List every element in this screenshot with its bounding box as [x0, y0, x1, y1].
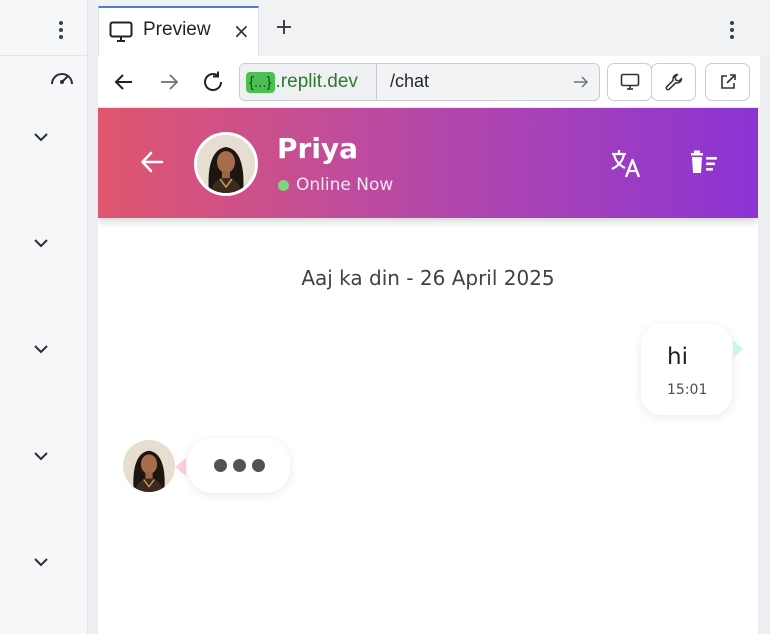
typing-dot	[213, 459, 227, 472]
bubble-tail	[733, 340, 743, 358]
reload-icon[interactable]	[201, 70, 225, 94]
message-text: hi	[667, 344, 688, 370]
left-panel	[0, 0, 88, 634]
kebab-menu-icon[interactable]	[51, 16, 71, 44]
monitor-icon	[109, 21, 133, 42]
devtools-button[interactable]	[651, 63, 696, 101]
devices-button[interactable]	[607, 63, 652, 101]
url-field[interactable]: {...} .replit.dev /chat	[239, 63, 600, 101]
typing-dot	[232, 459, 246, 472]
contact-name: Priya	[277, 132, 359, 165]
back-arrow-icon[interactable]	[112, 70, 136, 94]
open-external-icon	[720, 74, 736, 89]
typing-dot	[251, 459, 265, 472]
chevron-down-icon[interactable]	[31, 449, 51, 463]
chevron-down-icon[interactable]	[31, 236, 51, 250]
close-icon[interactable]: ×	[233, 20, 250, 42]
online-status-text: Online Now	[296, 175, 394, 195]
tab-title: Preview	[143, 19, 211, 40]
gauge-icon[interactable]	[49, 67, 75, 91]
chat-app: Priya Online Now Aaj ka din - 26 April 2…	[98, 108, 758, 634]
chevron-down-icon[interactable]	[31, 342, 51, 356]
bubble-tail	[175, 458, 186, 476]
avatar[interactable]	[194, 132, 258, 196]
url-path[interactable]: /chat	[390, 71, 429, 92]
forward-arrow-icon[interactable]	[157, 70, 181, 94]
tab-preview[interactable]: Preview ×	[98, 6, 259, 56]
address-bar-row: {...} .replit.dev /chat	[98, 56, 760, 108]
monitor-icon	[620, 73, 639, 90]
message-time: 15:01	[667, 382, 708, 398]
typing-indicator	[188, 438, 290, 493]
date-separator: Aaj ka din - 26 April 2025	[301, 266, 555, 290]
kebab-menu-icon[interactable]	[722, 16, 742, 44]
back-arrow-icon[interactable]	[138, 148, 166, 176]
message-bubble-outgoing[interactable]: hi 15:01	[641, 324, 732, 415]
wrench-icon	[665, 73, 682, 91]
clear-chat-icon[interactable]	[688, 146, 722, 180]
url-domain: {...} .replit.dev	[240, 64, 377, 100]
left-panel-header	[0, 0, 88, 56]
avatar[interactable]	[123, 440, 175, 492]
chat-header: Priya Online Now	[98, 108, 758, 218]
url-domain-text: .replit.dev	[275, 71, 358, 92]
chevron-down-icon[interactable]	[31, 555, 51, 569]
go-arrow-icon[interactable]	[572, 73, 590, 91]
chevron-down-icon[interactable]	[31, 130, 51, 144]
online-status-dot	[278, 180, 289, 191]
plus-icon[interactable]	[274, 17, 294, 37]
open-external-button[interactable]	[705, 63, 750, 101]
url-badge: {...}	[246, 71, 275, 93]
translate-icon[interactable]	[609, 146, 643, 180]
